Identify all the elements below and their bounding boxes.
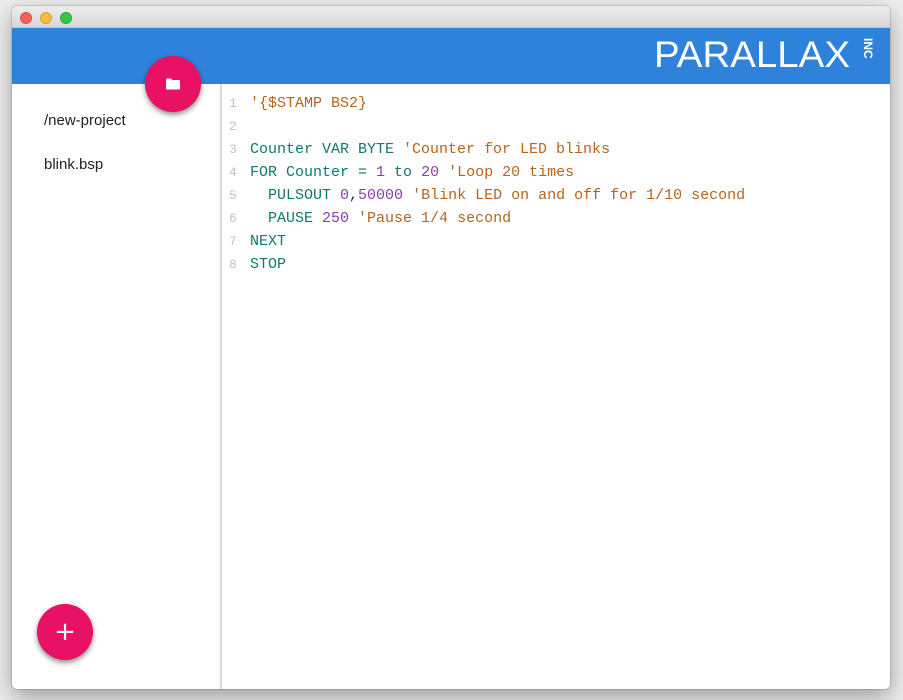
line-number: 5	[229, 188, 237, 203]
code-token: 1	[376, 164, 386, 181]
line-number: 3	[229, 142, 237, 157]
code-line[interactable]: 7 NEXT	[222, 230, 286, 253]
plus-icon: +	[54, 617, 76, 647]
code-line[interactable]: 5 PULSOUT 0,50000 'Blink LED on and off …	[222, 184, 745, 207]
add-file-button[interactable]: +	[37, 604, 93, 660]
code-text: FOR Counter = 1 to 20 'Loop 20 times	[250, 161, 574, 184]
code-text: PAUSE 250 'Pause 1/4 second	[250, 207, 511, 230]
code-text: STOP	[250, 253, 286, 276]
parallax-logo: PARALLAX INC	[654, 36, 875, 75]
code-token: PAUSE	[250, 210, 323, 227]
line-number: 1	[229, 96, 237, 111]
code-token: STOP	[250, 256, 287, 273]
app-header: PARALLAX INC	[12, 28, 890, 84]
code-token: PULSOUT	[250, 187, 341, 204]
code-token: '{$STAMP BS2}	[250, 95, 368, 112]
code-token: 50000	[358, 187, 404, 204]
code-line[interactable]: 2	[222, 115, 250, 138]
code-text: NEXT	[250, 230, 286, 253]
code-token: ,	[349, 187, 359, 204]
sidebar-item-project[interactable]: /new-project	[44, 112, 126, 129]
line-number: 2	[229, 119, 237, 134]
window-maximize-button[interactable]	[60, 12, 72, 24]
sidebar-item-file[interactable]: blink.bsp	[44, 156, 103, 173]
code-line[interactable]: 3 Counter VAR BYTE 'Counter for LED blink…	[222, 138, 610, 161]
window-close-button[interactable]	[20, 12, 32, 24]
line-number: 8	[229, 257, 237, 272]
code-token: 'Counter for LED blinks	[403, 141, 611, 158]
code-token: 250	[322, 210, 350, 227]
project-sidebar: /new-project blink.bsp	[12, 84, 222, 689]
app-window: PARALLAX INC /new-project blink.bsp + 1 '…	[12, 6, 890, 689]
logo-suffix: INC	[861, 38, 875, 59]
code-line[interactable]: 8 STOP	[222, 253, 286, 276]
code-token: 'Pause 1/4 second	[358, 210, 512, 227]
window-titlebar[interactable]	[12, 6, 890, 28]
code-token: 0	[340, 187, 350, 204]
code-token: 20	[421, 164, 440, 181]
folder-icon	[166, 78, 180, 90]
open-folder-button[interactable]	[145, 56, 201, 112]
code-text: '{$STAMP BS2}	[250, 92, 367, 115]
code-line[interactable]: 6 PAUSE 250 'Pause 1/4 second	[222, 207, 511, 230]
logo-text: PARALLAX	[654, 36, 850, 75]
window-minimize-button[interactable]	[40, 12, 52, 24]
code-text: Counter VAR BYTE 'Counter for LED blinks	[250, 138, 610, 161]
code-token: NEXT	[250, 233, 287, 250]
code-editor[interactable]: 1 '{$STAMP BS2} 2 3 Counter VAR BYTE 'Counte…	[222, 84, 890, 689]
code-line[interactable]: 1 '{$STAMP BS2}	[222, 92, 367, 115]
line-number: 7	[229, 234, 237, 249]
code-text: PULSOUT 0,50000 'Blink LED on and off fo…	[250, 184, 745, 207]
code-token: FOR Counter =	[250, 164, 377, 181]
code-token: 'Loop 20 times	[448, 164, 575, 181]
code-token: 'Blink LED on and off for 1/10 second	[412, 187, 746, 204]
line-number: 6	[229, 211, 237, 226]
code-line[interactable]: 4 FOR Counter = 1 to 20 'Loop 20 times	[222, 161, 574, 184]
line-number: 4	[229, 165, 237, 180]
code-token: Counter VAR BYTE	[250, 141, 404, 158]
code-token: to	[385, 164, 422, 181]
